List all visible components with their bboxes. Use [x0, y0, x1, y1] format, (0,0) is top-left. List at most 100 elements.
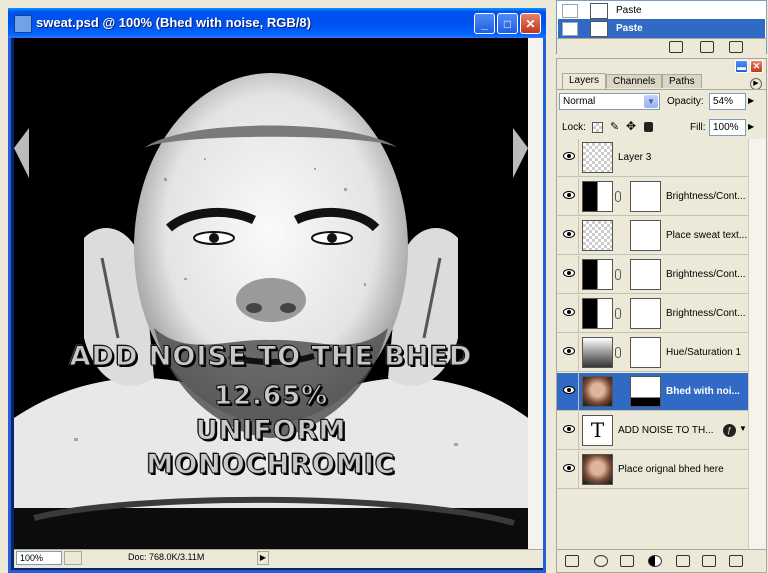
layer-mask-thumbnail: [630, 181, 661, 212]
layers-list: Layer 3 Brightness/Cont... Place sweat t…: [557, 139, 748, 549]
brightness-contrast-adjustment-icon: [582, 259, 613, 290]
brightness-contrast-adjustment-icon: [582, 181, 613, 212]
palette-close-button[interactable]: ✕: [750, 60, 763, 73]
link-layers-icon[interactable]: [565, 555, 579, 567]
history-item[interactable]: Paste: [558, 1, 765, 20]
layer-mask-thumbnail: [630, 220, 661, 251]
status-menu-arrow-icon[interactable]: ▶: [257, 551, 269, 565]
history-source-checkbox[interactable]: [562, 3, 578, 18]
layer-row[interactable]: Place sweat text...: [557, 217, 748, 255]
doc-size-readout: Doc: 768.0K/3.11M: [128, 552, 205, 562]
layer-row-selected[interactable]: Bhed with noi...: [557, 373, 748, 411]
layer-row[interactable]: Layer 3: [557, 139, 748, 177]
visibility-eye-icon[interactable]: [563, 347, 575, 355]
layer-name: ADD NOISE TO TH...: [618, 425, 714, 436]
history-item-selected[interactable]: Paste: [558, 19, 765, 38]
fill-slider-arrow-icon[interactable]: ▶: [748, 122, 754, 131]
chevron-down-icon[interactable]: ▼: [739, 424, 747, 433]
canvas-vertical-scrollbar[interactable]: [528, 38, 543, 549]
palette-minimize-button[interactable]: ▬: [735, 60, 748, 73]
link-chain-icon[interactable]: [615, 347, 621, 358]
layer-mask-thumbnail: [630, 259, 661, 290]
document-status-bar: [14, 549, 543, 568]
paste-icon: [590, 20, 608, 37]
opacity-label: Opacity:: [667, 96, 704, 107]
minimize-button[interactable]: _: [474, 13, 495, 34]
history-item-label: Paste: [616, 23, 643, 34]
visibility-eye-icon[interactable]: [563, 269, 575, 277]
link-chain-icon[interactable]: [615, 269, 621, 280]
new-layer-icon[interactable]: [702, 555, 716, 567]
tab-channels[interactable]: Channels: [606, 74, 663, 88]
lock-label: Lock:: [562, 122, 586, 133]
photo-thumbnail: [582, 376, 613, 407]
lock-transparency-icon[interactable]: [592, 122, 603, 133]
visibility-eye-icon[interactable]: [563, 191, 575, 199]
layer-thumbnail: [582, 142, 613, 173]
layers-scrollbar[interactable]: [748, 139, 766, 549]
snapshot-icon[interactable]: [700, 41, 714, 53]
trash-icon[interactable]: [729, 555, 743, 567]
maximize-button[interactable]: □: [497, 13, 518, 34]
new-adjustment-layer-icon[interactable]: [648, 555, 662, 567]
fill-field[interactable]: 100%: [709, 119, 746, 136]
link-chain-icon[interactable]: [615, 191, 621, 202]
layer-name: Brightness/Cont...: [666, 269, 746, 280]
tab-paths[interactable]: Paths: [662, 74, 702, 88]
zoom-field[interactable]: 100%: [16, 551, 62, 565]
visibility-eye-icon[interactable]: [563, 464, 575, 472]
brightness-contrast-adjustment-icon: [582, 298, 613, 329]
trash-icon[interactable]: [729, 41, 743, 53]
layer-row[interactable]: Place orignal bhed here: [557, 451, 748, 489]
visibility-eye-icon[interactable]: [563, 386, 575, 394]
layer-name: Layer 3: [618, 152, 652, 163]
opacity-field[interactable]: 54%: [709, 93, 746, 110]
lock-position-move-icon[interactable]: ✥: [626, 119, 636, 133]
text-layer-icon: T: [582, 415, 613, 446]
status-info-icon[interactable]: [64, 551, 82, 565]
paste-icon: [590, 2, 608, 19]
canvas-text-line-3: UNIFORM: [195, 415, 347, 447]
visibility-eye-icon[interactable]: [563, 308, 575, 316]
history-item-label: Paste: [616, 5, 642, 16]
layer-name: Hue/Saturation 1: [666, 347, 742, 358]
minimize-icon: _: [481, 16, 488, 31]
canvas-text-line-1: ADD NOISE TO THE BHED: [69, 341, 473, 373]
document-title: sweat.psd @ 100% (Bhed with noise, RGB/8…: [36, 15, 311, 30]
chevron-down-icon: ▼: [644, 95, 658, 108]
layer-name: Brightness/Cont...: [666, 191, 746, 202]
layer-name: Bhed with noi...: [666, 386, 740, 397]
layer-style-icon[interactable]: [594, 555, 608, 567]
lock-all-icon[interactable]: [644, 122, 653, 132]
image-canvas[interactable]: ADD NOISE TO THE BHED 12.65% UNIFORM MON…: [14, 38, 528, 549]
canvas-text-line-2: 12.65%: [213, 381, 329, 412]
canvas-text-line-4: MONOCHROMIC: [146, 449, 396, 481]
lock-image-brush-icon[interactable]: ✎: [610, 120, 619, 133]
visibility-eye-icon[interactable]: [563, 425, 575, 433]
hue-saturation-adjustment-icon: [582, 337, 613, 368]
layer-row[interactable]: Brightness/Cont...: [557, 256, 748, 294]
layer-row[interactable]: T ADD NOISE TO TH... ƒ ▼: [557, 412, 748, 450]
photo-thumbnail: [582, 454, 613, 485]
maximize-icon: □: [503, 16, 512, 31]
layer-name: Brightness/Cont...: [666, 308, 746, 319]
new-document-from-state-icon[interactable]: [669, 41, 683, 53]
blend-mode-select[interactable]: Normal ▼: [559, 93, 660, 110]
layer-mask-thumbnail: [630, 337, 661, 368]
layer-effects-icon[interactable]: ƒ: [723, 424, 736, 437]
layer-mask-thumbnail: [630, 376, 661, 407]
close-button[interactable]: ✕: [520, 13, 541, 34]
layer-row[interactable]: Hue/Saturation 1: [557, 334, 748, 372]
link-chain-icon[interactable]: [615, 308, 621, 319]
tab-layers[interactable]: Layers: [562, 73, 607, 89]
visibility-eye-icon[interactable]: [563, 152, 575, 160]
layer-row[interactable]: Brightness/Cont...: [557, 178, 748, 216]
history-source-checkbox[interactable]: [562, 21, 578, 36]
layer-name: Place orignal bhed here: [618, 464, 724, 475]
layer-row[interactable]: Brightness/Cont...: [557, 295, 748, 333]
opacity-slider-arrow-icon[interactable]: ▶: [748, 96, 754, 105]
new-group-folder-icon[interactable]: [676, 555, 690, 567]
visibility-eye-icon[interactable]: [563, 230, 575, 238]
add-mask-icon[interactable]: [620, 555, 634, 567]
fill-label: Fill:: [690, 122, 706, 133]
